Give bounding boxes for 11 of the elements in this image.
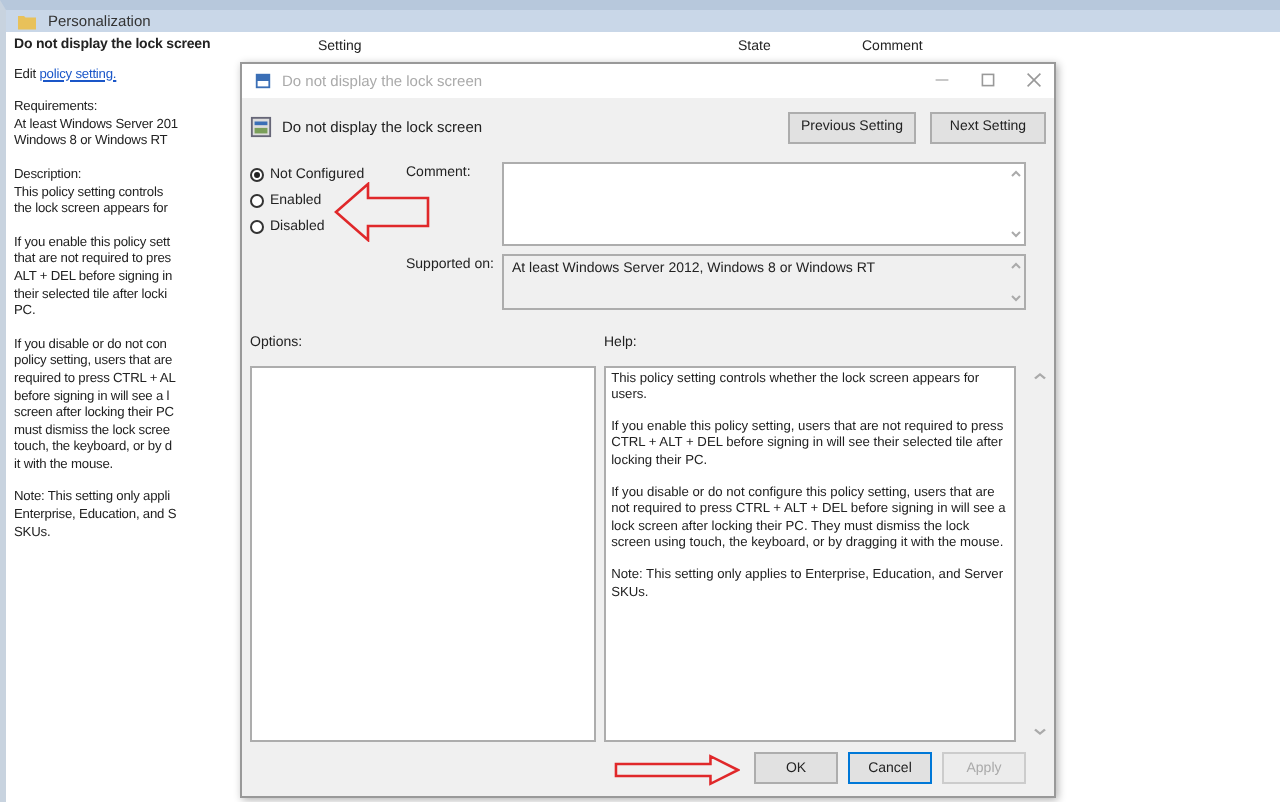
comment-field[interactable] [502, 161, 1026, 246]
folder-icon [18, 13, 36, 29]
annotation-arrow [334, 182, 430, 242]
maximize-icon[interactable] [980, 72, 996, 89]
policy-icon [250, 116, 272, 139]
radio-circle[interactable] [250, 219, 264, 234]
radio-circle[interactable] [250, 193, 264, 208]
annotation-arrow [614, 754, 740, 786]
close-icon[interactable] [1026, 72, 1042, 89]
policy-icon [254, 71, 272, 90]
radio-circle[interactable] [250, 167, 264, 182]
